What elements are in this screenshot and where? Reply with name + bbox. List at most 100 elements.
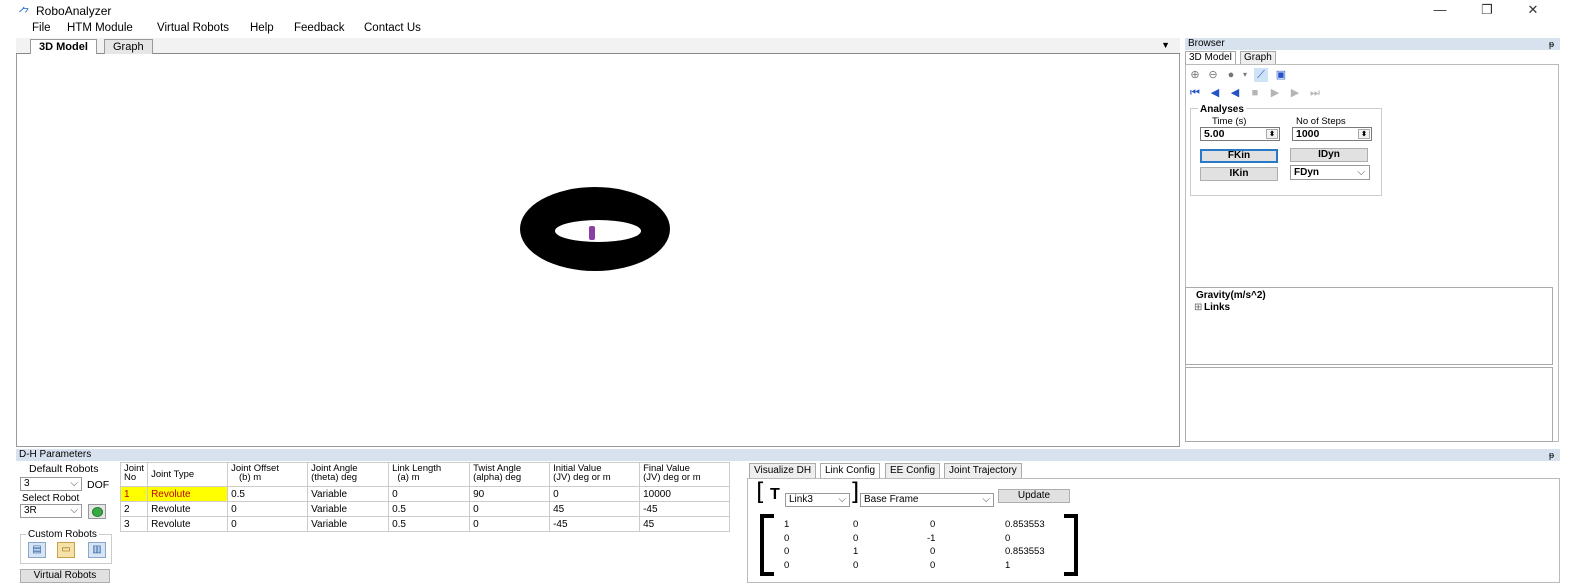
cell-joint-offset[interactable]: 0 [227,501,309,517]
cell-initial-value[interactable]: 45 [549,501,641,517]
steps-input[interactable]: 1000 ⬍ [1292,127,1372,141]
cell-final-value[interactable]: -45 [639,501,731,517]
frame-select-value: Base Frame [864,494,919,505]
open-folder-icon[interactable]: ▭ [57,542,75,558]
image-icon[interactable]: ▣ [1274,68,1288,82]
menu-contact-us[interactable]: Contact Us [364,22,421,34]
menu-htm-module[interactable]: HTM Module [67,22,133,34]
tree-item-links[interactable]: Links [1204,302,1230,313]
tree-expand-icon[interactable]: ⊞ [1194,302,1202,313]
cell-joint-type[interactable]: Revolute [147,516,229,532]
cell-joint-angle[interactable]: Variable [307,501,390,517]
cell-joint-type[interactable]: Revolute [147,486,229,502]
col-twist-angle: Twist Angle (alpha) deg [469,462,551,487]
browser-tab-graph[interactable]: Graph [1240,51,1276,64]
robot-model[interactable] [589,226,595,240]
steps-spinner-icon[interactable]: ⬍ [1358,129,1370,139]
tree-item-gravity[interactable]: Gravity(m/s^2) [1196,290,1266,301]
menu-help[interactable]: Help [250,22,274,34]
pin-icon[interactable]: ᵽ [1549,449,1554,461]
play-icon[interactable]: ▶ [1288,86,1302,100]
tab-dropdown-icon[interactable]: ▼ [1161,40,1170,50]
restore-button[interactable]: ❐ [1472,2,1502,20]
cell-joint-type[interactable]: Revolute [147,501,229,517]
axes-icon[interactable]: ⟋ [1254,68,1268,82]
cell-link-length[interactable]: 0 [388,486,471,502]
cell-joint-offset[interactable]: 0.5 [227,486,309,502]
cell-final-value[interactable]: 10000 [639,486,731,502]
browser-tab-3d-model[interactable]: 3D Model [1185,51,1236,64]
dof-label: DOF [87,479,110,491]
sphere-icon[interactable]: ● [1224,68,1238,82]
table-row[interactable]: 2 Revolute 0 Variable 0.5 0 45 -45 [119,501,731,517]
tab-link-config[interactable]: Link Config [820,463,881,478]
cell-joint-no[interactable]: 2 [119,501,149,517]
cell-joint-offset[interactable]: 0 [227,516,309,532]
browser-header: Browser ᵽ [1185,38,1560,50]
cell-joint-no[interactable]: 1 [119,486,149,502]
time-input[interactable]: 5.00 ⬍ [1200,127,1280,141]
window-title: RoboAnalyzer [36,4,112,18]
stop-icon[interactable]: ■ [1248,86,1262,100]
cell-twist-angle[interactable]: 0 [469,516,551,532]
tab-joint-trajectory[interactable]: Joint Trajectory [944,463,1022,478]
close-button[interactable]: ✕ [1518,2,1548,20]
cell-joint-no[interactable]: 3 [119,516,149,532]
analyses-title: Analyses [1198,104,1246,115]
ikin-button[interactable]: IKin [1200,167,1278,181]
tab-graph[interactable]: Graph [104,39,153,54]
load-robot-button[interactable] [88,504,106,519]
robot-select[interactable]: 3R ⌵ [20,504,82,518]
cell-final-value[interactable]: 45 [639,516,731,532]
step-back-icon[interactable]: ◀ [1208,86,1222,100]
pin-icon[interactable]: ᵽ [1549,38,1554,50]
menu-virtual-robots[interactable]: Virtual Robots [157,22,229,34]
cell-link-length[interactable]: 0.5 [388,501,471,517]
zoom-in-icon[interactable]: ⊕ [1188,68,1202,82]
table-row[interactable]: 3 Revolute 0 Variable 0.5 0 -45 45 [119,516,731,532]
dof-value: 3 [24,478,30,489]
cell-joint-angle[interactable]: Variable [307,516,390,532]
table-header-row: Joint No Joint Type Joint Offset (b) m Jo… [119,462,731,487]
tab-3d-model[interactable]: 3D Model [30,39,97,55]
first-frame-icon[interactable]: ⏮ [1188,86,1202,100]
tab-ee-config[interactable]: EE Config [885,463,941,478]
robot-value: 3R [24,505,37,516]
menu-file[interactable]: File [32,22,51,34]
fkin-button[interactable]: FKin [1200,149,1278,163]
zoom-out-icon[interactable]: ⊖ [1206,68,1220,82]
matrix-cell: 0 [930,519,936,530]
dropdown-arrow-icon[interactable]: ▾ [1238,68,1252,82]
tab-visualize-dh[interactable]: Visualize DH [749,463,817,478]
time-spinner-icon[interactable]: ⬍ [1266,129,1278,139]
last-frame-icon[interactable]: ⏭ [1308,86,1322,100]
new-robot-icon[interactable]: ▤ [28,542,46,558]
frame-select[interactable]: Base Frame ⌵ [860,493,994,507]
select-robot-label: Select Robot [22,493,80,504]
update-button[interactable]: Update [998,489,1070,503]
play-backward-icon[interactable]: ◀ [1228,86,1242,100]
menu-feedback[interactable]: Feedback [294,22,345,34]
cell-initial-value[interactable]: 0 [549,486,641,502]
chevron-down-icon: ⌵ [70,505,78,516]
check-icon [92,507,103,517]
link-select[interactable]: Link3 ⌵ [785,493,850,507]
matrix-cell: 1 [784,519,790,530]
fdyn-select[interactable]: FDyn ⌵ [1290,165,1370,180]
cell-initial-value[interactable]: -45 [549,516,641,532]
cell-link-length[interactable]: 0.5 [388,516,471,532]
cell-twist-angle[interactable]: 90 [469,486,551,502]
idyn-button[interactable]: IDyn [1290,148,1368,162]
dh-parameters-table: Joint No Joint Type Joint Offset (b) m Jo… [119,462,731,532]
save-icon[interactable]: ▥ [88,542,106,558]
table-row[interactable]: 1 Revolute 0.5 Variable 0 90 0 10000 [119,486,731,502]
cell-joint-angle[interactable]: Variable [307,486,390,502]
cell-twist-angle[interactable]: 0 [469,501,551,517]
minimize-button[interactable]: — [1425,2,1455,20]
matrix-cell: 0 [853,560,859,571]
virtual-robots-button[interactable]: Virtual Robots [20,569,110,583]
step-forward-icon[interactable]: ▶ [1268,86,1282,100]
dof-select[interactable]: 3 ⌵ [20,477,82,491]
main-tab-strip: 3D Model Graph ▼ [16,38,1180,55]
matrix-cell: 1 [1005,560,1011,571]
